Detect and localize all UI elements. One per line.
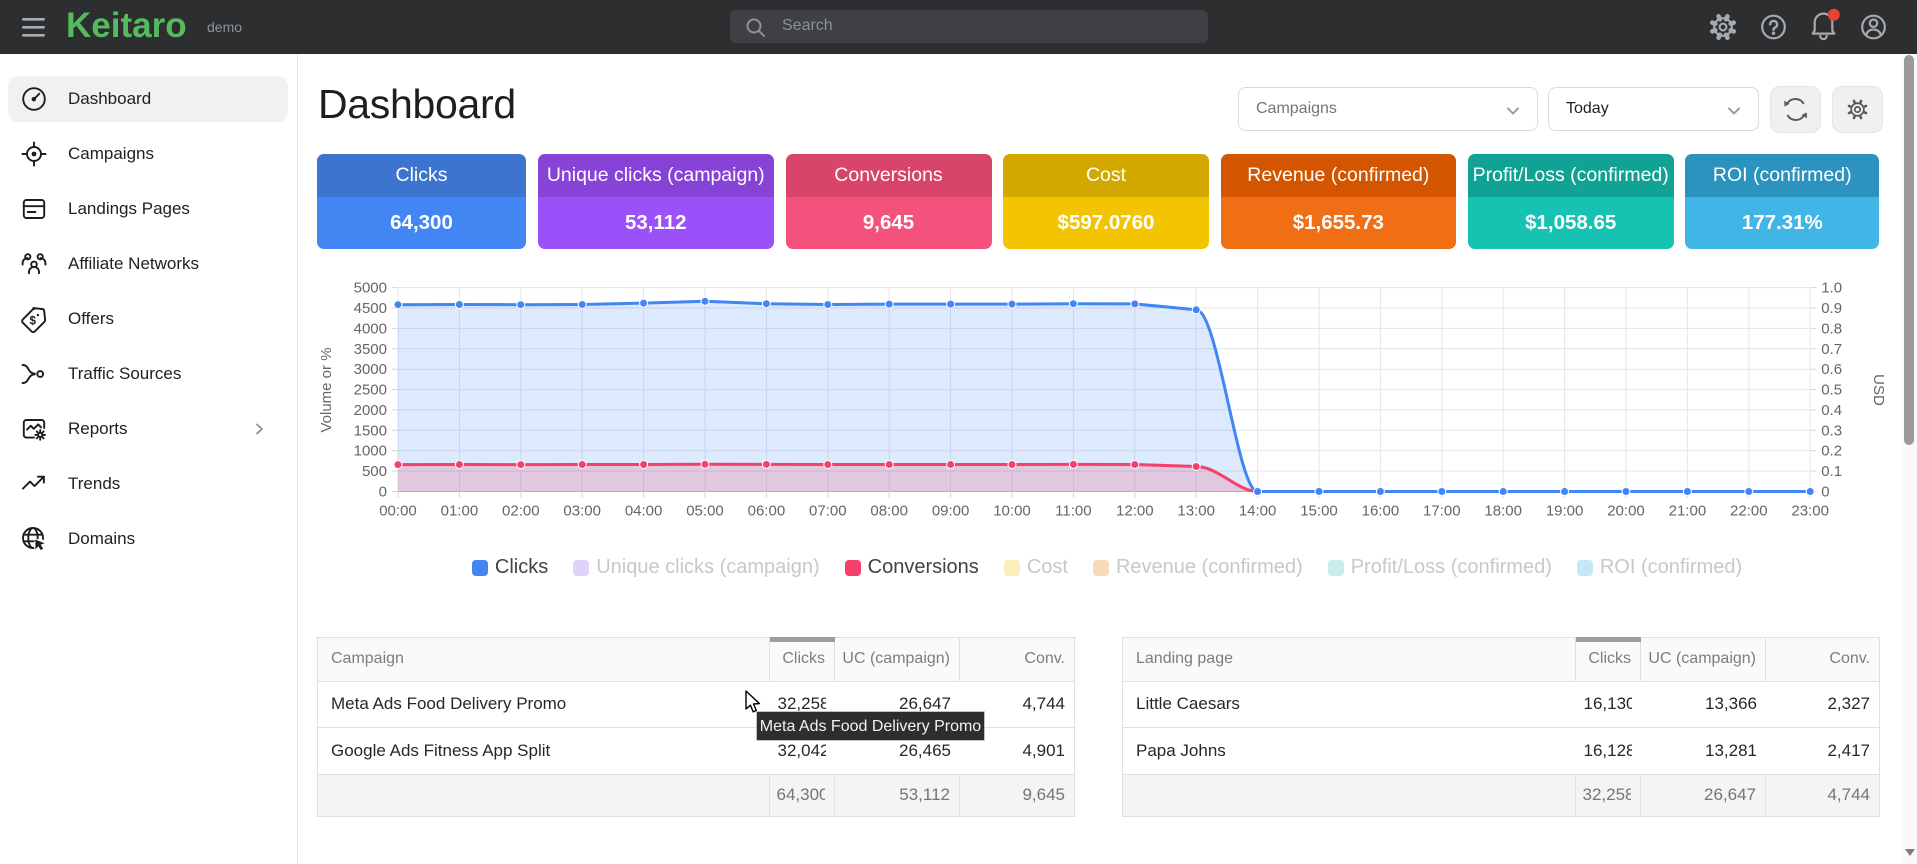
svg-text:10:00: 10:00: [993, 503, 1031, 520]
svg-text:06:00: 06:00: [748, 503, 786, 520]
svg-text:08:00: 08:00: [870, 503, 908, 520]
svg-text:3500: 3500: [354, 341, 387, 358]
svg-text:5000: 5000: [354, 280, 387, 297]
svg-text:0.6: 0.6: [1821, 361, 1842, 378]
svg-text:USD: USD: [1870, 374, 1887, 406]
svg-text:07:00: 07:00: [809, 503, 847, 520]
svg-text:1500: 1500: [354, 422, 387, 439]
svg-text:19:00: 19:00: [1546, 503, 1584, 520]
svg-text:22:00: 22:00: [1730, 503, 1768, 520]
svg-text:20:00: 20:00: [1607, 503, 1645, 520]
svg-text:0.7: 0.7: [1821, 341, 1842, 358]
svg-text:21:00: 21:00: [1669, 503, 1707, 520]
svg-text:2500: 2500: [354, 382, 387, 399]
svg-text:01:00: 01:00: [441, 503, 479, 520]
svg-text:0.9: 0.9: [1821, 300, 1842, 317]
svg-text:0.4: 0.4: [1821, 402, 1842, 419]
svg-text:11:00: 11:00: [1055, 503, 1091, 520]
svg-text:0.3: 0.3: [1821, 422, 1842, 439]
svg-text:3000: 3000: [354, 361, 387, 378]
svg-text:$: $: [29, 315, 36, 327]
svg-text:0.5: 0.5: [1821, 382, 1842, 399]
svg-text:1.0: 1.0: [1821, 280, 1842, 297]
svg-text:17:00: 17:00: [1423, 503, 1461, 520]
svg-text:12:00: 12:00: [1116, 503, 1154, 520]
svg-text:4000: 4000: [354, 320, 387, 337]
svg-text:Volume or %: Volume or %: [318, 347, 335, 432]
svg-text:500: 500: [362, 463, 387, 480]
svg-text:0.8: 0.8: [1821, 320, 1842, 337]
svg-text:4500: 4500: [354, 300, 387, 317]
svg-text:1000: 1000: [354, 443, 387, 460]
svg-text:05:00: 05:00: [686, 503, 724, 520]
svg-text:18:00: 18:00: [1484, 503, 1522, 520]
svg-text:0.1: 0.1: [1821, 463, 1842, 480]
svg-text:0: 0: [1821, 484, 1829, 501]
svg-text:16:00: 16:00: [1362, 503, 1400, 520]
svg-text:03:00: 03:00: [563, 503, 601, 520]
svg-text:00:00: 00:00: [379, 503, 417, 520]
svg-text:15:00: 15:00: [1300, 503, 1338, 520]
svg-text:0: 0: [379, 484, 387, 501]
svg-text:04:00: 04:00: [625, 503, 663, 520]
svg-text:14:00: 14:00: [1239, 503, 1277, 520]
svg-text:0.2: 0.2: [1821, 443, 1842, 460]
svg-text:13:00: 13:00: [1177, 503, 1215, 520]
svg-text:2000: 2000: [354, 402, 387, 419]
svg-text:09:00: 09:00: [932, 503, 970, 520]
svg-text:02:00: 02:00: [502, 503, 540, 520]
svg-text:23:00: 23:00: [1791, 503, 1829, 520]
